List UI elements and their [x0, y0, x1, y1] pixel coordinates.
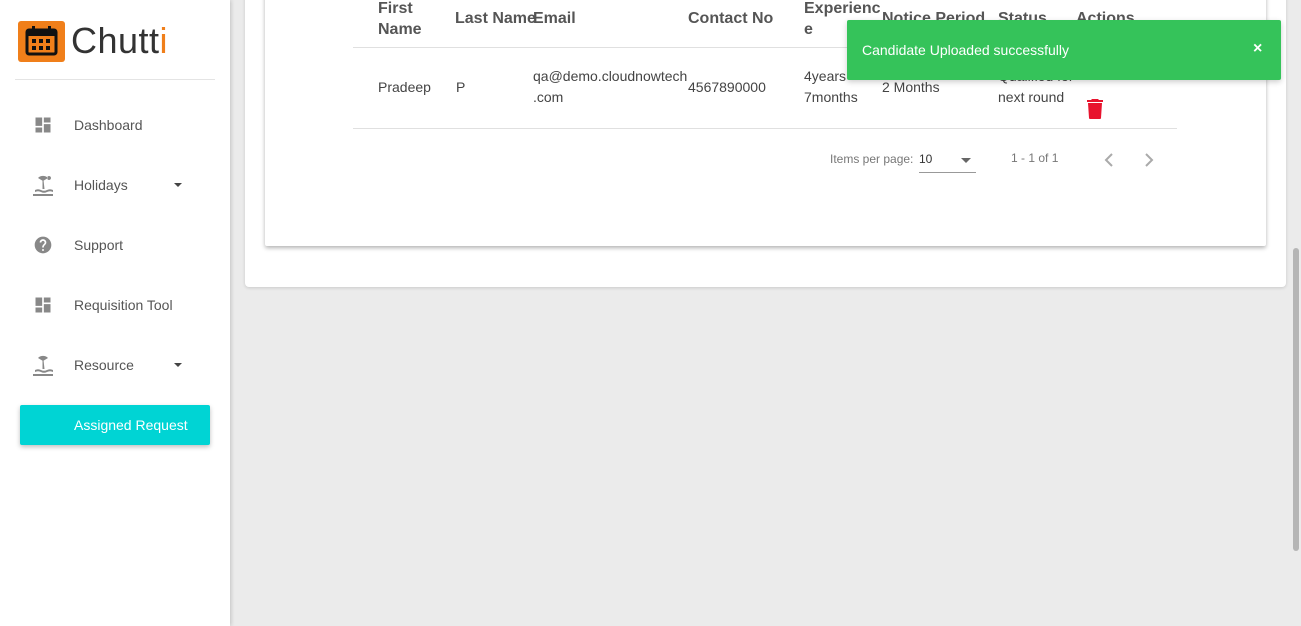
beach-icon — [30, 172, 56, 198]
items-per-page-value: 10 — [919, 152, 933, 166]
cell-text: 7months — [804, 89, 858, 105]
cell-first-name: Pradeep — [378, 79, 431, 95]
success-toast: Candidate Uploaded successfully × — [847, 20, 1281, 80]
cell-last-name: P — [456, 79, 466, 95]
header-text: Name — [378, 21, 422, 38]
sidebar-item-label: Requisition Tool — [74, 297, 173, 313]
help-icon — [30, 232, 56, 258]
sidebar-item-support[interactable]: Support — [20, 225, 210, 265]
toast-message: Candidate Uploaded successfully — [862, 42, 1070, 58]
sidebar-item-label: Holidays — [74, 177, 128, 193]
brand-logo[interactable]: Chutti — [18, 20, 168, 62]
header-first-name[interactable]: First Name — [378, 0, 422, 40]
close-icon[interactable]: × — [1253, 40, 1262, 58]
chevron-down-icon — [174, 183, 182, 187]
cell-text: qa@demo.cloudnowtech — [533, 68, 688, 84]
dashboard-icon — [30, 292, 56, 318]
header-text: First — [378, 0, 413, 17]
header-text: Experienc — [804, 0, 881, 17]
cell-text: .com — [533, 89, 564, 105]
chevron-left-icon — [1104, 153, 1113, 167]
header-last-name[interactable]: Last Name — [455, 8, 536, 29]
pagination-range: 1 - 1 of 1 — [1011, 151, 1059, 165]
sidebar-item-dashboard[interactable]: Dashboard — [20, 105, 210, 145]
sidebar-item-resource[interactable]: Resource — [20, 345, 210, 385]
items-per-page-select[interactable]: 10 — [919, 150, 976, 173]
sidebar-item-requisition-tool[interactable]: Requisition Tool — [20, 285, 210, 325]
sidebar-item-assigned-request[interactable]: Assigned Request — [20, 405, 210, 445]
scrollbar-thumb[interactable] — [1293, 248, 1299, 551]
chevron-right-icon — [1145, 153, 1154, 167]
sidebar-item-label: Resource — [74, 357, 134, 373]
chevron-down-icon — [961, 158, 971, 163]
beach-icon — [30, 352, 56, 378]
items-per-page-label: Items per page: — [830, 152, 914, 166]
chevron-down-icon — [174, 363, 182, 367]
sidebar-item-label: Support — [74, 237, 124, 253]
next-page-button[interactable] — [1137, 148, 1161, 172]
row-divider — [353, 128, 1177, 129]
delete-icon[interactable] — [1086, 99, 1106, 119]
header-contact-no[interactable]: Contact No — [688, 8, 773, 29]
cell-notice-period: 2 Months — [882, 79, 940, 95]
sidebar-item-label: Assigned Request — [74, 417, 188, 433]
header-email[interactable]: Email — [533, 8, 576, 29]
sidebar-item-label: Dashboard — [74, 117, 143, 133]
previous-page-button[interactable] — [1097, 148, 1121, 172]
cell-text: next round — [998, 89, 1065, 105]
brand-name: Chutti — [71, 20, 169, 61]
sidebar: Chutti Dashboard Holidays Support Requis… — [0, 0, 230, 626]
cell-email: qa@demo.cloudnowtech .com — [533, 66, 687, 108]
cell-contact-no: 4567890000 — [688, 79, 766, 95]
sidebar-item-holidays[interactable]: Holidays — [20, 165, 210, 205]
dashboard-icon — [30, 112, 56, 138]
divider — [15, 79, 215, 80]
calendar-icon — [18, 20, 65, 62]
